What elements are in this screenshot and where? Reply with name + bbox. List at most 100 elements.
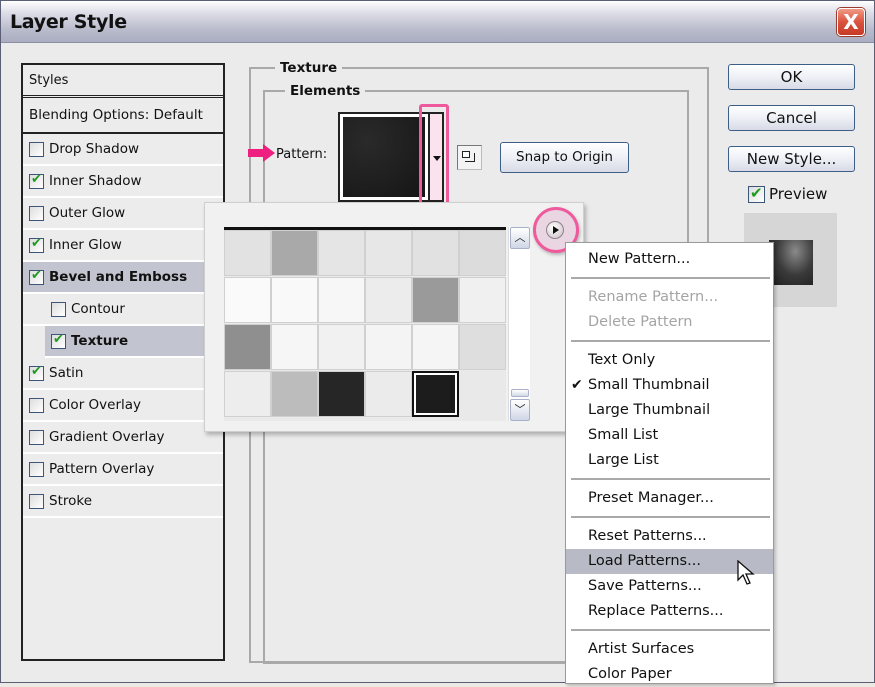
menu-item-rename-pattern: Rename Pattern...	[566, 285, 773, 310]
style-item-color-overlay[interactable]: Color Overlay	[23, 390, 223, 422]
style-item-label: Pattern Overlay	[49, 461, 155, 477]
styles-header[interactable]: Styles	[23, 65, 223, 98]
menu-item-color-paper[interactable]: Color Paper	[566, 662, 773, 687]
menu-item-reset-patterns[interactable]: Reset Patterns...	[566, 524, 773, 549]
menu-item-artist-surfaces[interactable]: Artist Surfaces	[566, 637, 773, 662]
blending-options-label: Blending Options: Default	[29, 107, 203, 123]
style-item-stroke[interactable]: Stroke	[23, 486, 223, 518]
style-item-label: Stroke	[49, 493, 93, 509]
pattern-tile[interactable]	[271, 371, 318, 417]
pattern-tile[interactable]	[365, 371, 412, 417]
style-item-label: Gradient Overlay	[49, 429, 165, 445]
styles-list: Styles Blending Options: Default Drop Sh…	[21, 63, 225, 661]
contour-checkbox[interactable]	[51, 301, 66, 317]
pattern-tile[interactable]	[318, 324, 365, 370]
pattern-tile[interactable]	[459, 324, 506, 370]
pattern-swatch[interactable]	[338, 112, 430, 202]
style-item-outer-glow[interactable]: Outer Glow	[23, 198, 223, 230]
menu-item-label: Small List	[588, 427, 659, 443]
pattern-flyout-menu: New Pattern... Rename Pattern... Delete Pa…	[565, 242, 774, 684]
texture-group-title: Texture	[275, 60, 343, 76]
menu-item-preset-manager[interactable]: Preset Manager...	[566, 486, 773, 511]
pattern-tile[interactable]	[365, 230, 412, 276]
menu-separator	[571, 629, 770, 631]
pink-arrow-annotation-icon	[248, 144, 275, 162]
close-button[interactable]: X	[837, 8, 865, 36]
menu-item-label: New Pattern...	[588, 251, 691, 267]
menu-item-label: Reset Patterns...	[588, 528, 707, 544]
menu-item-large-thumbnail[interactable]: Large Thumbnail	[566, 398, 773, 423]
window-title: Layer Style	[10, 11, 127, 33]
pattern-tile[interactable]	[365, 277, 412, 323]
inner-glow-checkbox[interactable]	[29, 236, 44, 253]
preview-checkbox-row[interactable]: Preview	[748, 184, 828, 203]
style-item-contour[interactable]: Contour	[23, 294, 223, 326]
dropdown-highlight-annotation	[419, 104, 449, 210]
menu-item-new-pattern[interactable]: New Pattern...	[566, 247, 773, 272]
style-item-texture[interactable]: Texture	[45, 326, 223, 358]
menu-item-label: Save Patterns...	[588, 578, 702, 594]
gradient-overlay-checkbox[interactable]	[29, 429, 44, 445]
menu-item-label: Replace Patterns...	[588, 603, 724, 619]
new-preset-button[interactable]	[457, 145, 482, 170]
stroke-checkbox[interactable]	[29, 493, 44, 509]
satin-checkbox[interactable]	[29, 364, 44, 381]
scroll-down-button[interactable]: ﹀	[510, 399, 530, 421]
style-item-gradient-overlay[interactable]: Gradient Overlay	[23, 422, 223, 454]
title-bar: Layer Style X	[1, 1, 874, 43]
bevel-and-emboss-checkbox[interactable]	[29, 268, 44, 285]
blending-options-item[interactable]: Blending Options: Default	[23, 98, 223, 134]
menu-item-large-list[interactable]: Large List	[566, 448, 773, 473]
menu-item-replace-patterns[interactable]: Replace Patterns...	[566, 599, 773, 624]
pattern-tile[interactable]	[271, 324, 318, 370]
style-item-label: Bevel and Emboss	[49, 269, 188, 285]
snap-to-origin-button[interactable]: Snap to Origin	[500, 142, 629, 173]
preview-label: Preview	[769, 185, 828, 203]
pattern-tile[interactable]	[412, 324, 459, 370]
style-item-satin[interactable]: Satin	[23, 358, 223, 390]
style-item-bevel-and-emboss[interactable]: Bevel and Emboss	[23, 262, 223, 294]
pattern-tile[interactable]	[271, 277, 318, 323]
flyout-menu-arrow-icon[interactable]	[546, 221, 564, 239]
pattern-tile[interactable]	[224, 277, 271, 323]
outer-glow-checkbox[interactable]	[29, 205, 44, 221]
menu-item-small-list[interactable]: Small List	[566, 423, 773, 448]
color-overlay-checkbox[interactable]	[29, 397, 44, 413]
scroll-up-button[interactable]: ︿	[510, 227, 530, 249]
pattern-tile[interactable]	[412, 371, 459, 417]
pattern-tile[interactable]	[224, 324, 271, 370]
pattern-scrollbar[interactable]: ︿ ﹀	[508, 227, 530, 421]
style-item-inner-shadow[interactable]: Inner Shadow	[23, 166, 223, 198]
pattern-picker-popup: ︿ ﹀	[204, 202, 584, 432]
menu-item-label: Artist Surfaces	[588, 641, 695, 657]
pattern-tile[interactable]	[459, 230, 506, 276]
pattern-tile[interactable]	[271, 230, 318, 276]
menu-separator	[571, 478, 770, 480]
close-icon: X	[843, 10, 859, 34]
style-item-inner-glow[interactable]: Inner Glow	[23, 230, 223, 262]
pattern-tile[interactable]	[459, 277, 506, 323]
pattern-tile[interactable]	[318, 277, 365, 323]
pattern-tile[interactable]	[412, 230, 459, 276]
texture-checkbox[interactable]	[51, 332, 66, 349]
pattern-tile[interactable]	[318, 371, 365, 417]
cancel-button[interactable]: Cancel	[728, 105, 855, 131]
style-item-label: Drop Shadow	[49, 141, 140, 157]
pattern-tile[interactable]	[365, 324, 412, 370]
new-style-button[interactable]: New Style...	[728, 146, 855, 172]
style-item-drop-shadow[interactable]: Drop Shadow	[23, 134, 223, 166]
pattern-tile[interactable]	[224, 371, 271, 417]
style-item-pattern-overlay[interactable]: Pattern Overlay	[23, 454, 223, 486]
menu-item-text-only[interactable]: Text Only	[566, 348, 773, 373]
menu-item-small-thumbnail[interactable]: ✔ Small Thumbnail	[566, 373, 773, 398]
pattern-tile[interactable]	[224, 230, 271, 276]
scroll-thumb[interactable]	[511, 389, 529, 397]
drop-shadow-checkbox[interactable]	[29, 141, 44, 157]
menu-separator	[571, 340, 770, 342]
pattern-tile[interactable]	[412, 277, 459, 323]
ok-button[interactable]: OK	[728, 64, 855, 90]
preview-checkbox[interactable]	[748, 184, 765, 203]
pattern-overlay-checkbox[interactable]	[29, 461, 44, 477]
inner-shadow-checkbox[interactable]	[29, 172, 44, 189]
pattern-tile[interactable]	[318, 230, 365, 276]
